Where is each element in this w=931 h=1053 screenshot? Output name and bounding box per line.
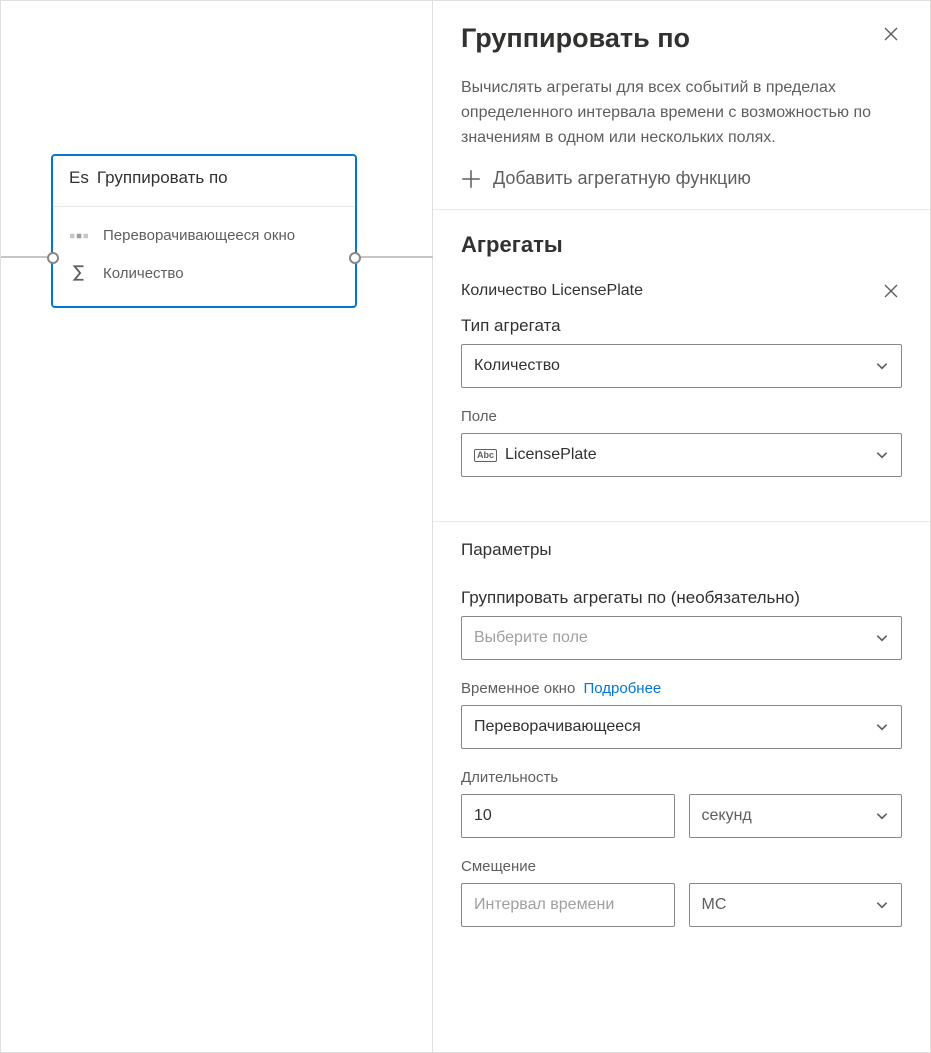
node-group-by[interactable]: Es Группировать по Переворачивающееся ок… bbox=[51, 154, 357, 308]
time-window-label: Временное окно bbox=[461, 680, 575, 697]
duration-input[interactable] bbox=[461, 794, 675, 838]
time-window-group: Временное окно Подробнее Переворачивающе… bbox=[461, 680, 902, 749]
node-port-in[interactable] bbox=[47, 252, 59, 264]
params-heading: Параметры bbox=[461, 540, 902, 588]
node-prefix: Es bbox=[69, 168, 89, 188]
aggregate-item-header: Количество LicensePlate bbox=[461, 276, 902, 316]
group-by-label: Группировать агрегаты по (необязательно) bbox=[461, 588, 902, 616]
node-row-window-label: Переворачивающееся окно bbox=[103, 227, 295, 244]
node-row-window: Переворачивающееся окно bbox=[53, 217, 355, 254]
window-type-value: Переворачивающееся bbox=[474, 718, 641, 736]
panel-title: Группировать по bbox=[461, 23, 690, 54]
aggregate-type-label: Тип агрегата bbox=[461, 316, 902, 344]
aggregate-field-label: Поле bbox=[461, 408, 902, 433]
offset-unit-select[interactable]: МС bbox=[689, 883, 903, 927]
node-header: Es Группировать по bbox=[53, 156, 355, 207]
add-aggregate-label: Добавить агрегатную функцию bbox=[493, 168, 751, 189]
chevron-down-icon bbox=[875, 631, 889, 645]
group-by-field-group: Группировать агрегаты по (необязательно)… bbox=[461, 588, 902, 660]
properties-panel: Группировать по Вычислять агрегаты для в… bbox=[433, 1, 930, 1052]
group-by-select[interactable]: Выберите поле bbox=[461, 616, 902, 660]
aggregate-type-group: Тип агрегата Количество bbox=[461, 316, 902, 388]
flow-canvas[interactable]: Es Группировать по Переворачивающееся ок… bbox=[1, 1, 433, 1052]
panel-description: Вычислять агрегаты для всех событий в пр… bbox=[433, 54, 930, 150]
offset-group: Смещение МС bbox=[461, 858, 902, 927]
node-row-count: Количество bbox=[53, 254, 355, 292]
duration-group: Длительность секунд bbox=[461, 769, 902, 838]
node-row-count-label: Количество bbox=[103, 265, 184, 282]
window-type-select[interactable]: Переворачивающееся bbox=[461, 705, 902, 749]
time-window-label-row: Временное окно Подробнее bbox=[461, 680, 902, 705]
aggregate-field-select[interactable]: Abc LicensePlate bbox=[461, 433, 902, 477]
aggregate-field-group: Поле Abc LicensePlate bbox=[461, 408, 902, 477]
node-body: Переворачивающееся окно Количество bbox=[53, 207, 355, 306]
duration-unit-select[interactable]: секунд bbox=[689, 794, 903, 838]
remove-aggregate-button[interactable] bbox=[880, 280, 902, 302]
aggregate-item: Количество LicensePlate Тип агрегата Кол… bbox=[433, 272, 930, 521]
string-type-icon: Abc bbox=[474, 449, 497, 462]
panel-header: Группировать по bbox=[433, 1, 930, 54]
app-root: Es Группировать по Переворачивающееся ок… bbox=[0, 0, 931, 1053]
chevron-down-icon bbox=[875, 359, 889, 373]
sigma-icon bbox=[69, 264, 89, 282]
offset-label: Смещение bbox=[461, 858, 902, 883]
aggregate-type-select[interactable]: Количество bbox=[461, 344, 902, 388]
time-window-more-link[interactable]: Подробнее bbox=[583, 680, 661, 697]
chevron-down-icon bbox=[875, 809, 889, 823]
tumbling-window-icon bbox=[69, 230, 89, 242]
offset-input[interactable] bbox=[461, 883, 675, 927]
offset-unit-value: МС bbox=[702, 896, 727, 914]
chevron-down-icon bbox=[875, 898, 889, 912]
aggregate-field-value: LicensePlate bbox=[505, 446, 597, 464]
chevron-down-icon bbox=[875, 448, 889, 462]
duration-label: Длительность bbox=[461, 769, 902, 794]
node-title: Группировать по bbox=[97, 168, 228, 188]
node-port-out[interactable] bbox=[349, 252, 361, 264]
aggregate-type-value: Количество bbox=[474, 357, 560, 375]
aggregate-name: Количество LicensePlate bbox=[461, 282, 643, 300]
group-by-placeholder: Выберите поле bbox=[474, 629, 588, 647]
chevron-down-icon bbox=[875, 720, 889, 734]
edge-out bbox=[357, 256, 433, 258]
plus-icon bbox=[461, 169, 481, 189]
add-aggregate-button[interactable]: Добавить агрегатную функцию bbox=[433, 150, 930, 209]
edge-in bbox=[1, 256, 51, 258]
params-section: Параметры Группировать агрегаты по (необ… bbox=[433, 522, 930, 975]
duration-unit-value: секунд bbox=[702, 807, 752, 825]
aggregates-heading: Агрегаты bbox=[433, 210, 930, 272]
close-button[interactable] bbox=[880, 23, 902, 45]
